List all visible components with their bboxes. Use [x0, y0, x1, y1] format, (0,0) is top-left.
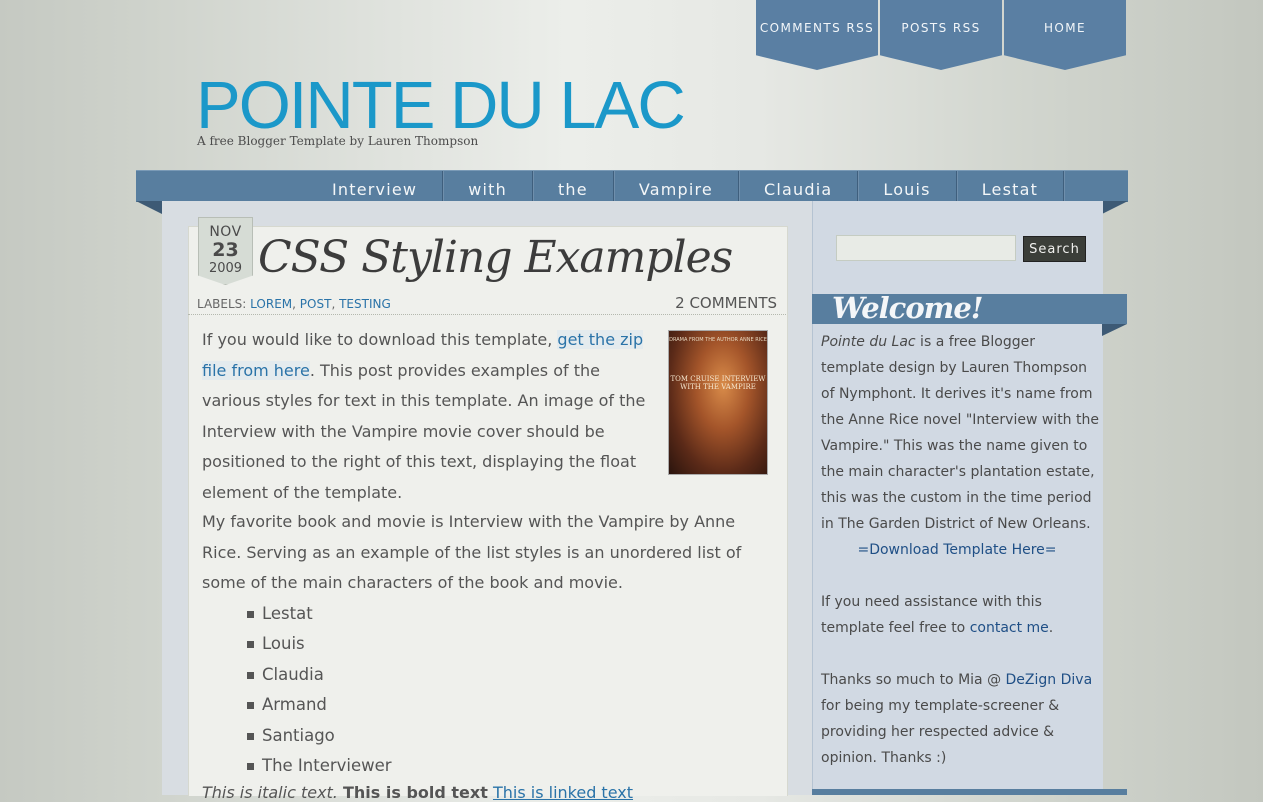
top-links: COMMENTS RSS POSTS RSS HOME [756, 0, 1128, 72]
cover-title: TOM CRUISE INTERVIEW WITH THE VAMPIRE [670, 375, 766, 391]
label-post[interactable]: POST [300, 297, 332, 311]
nav-ribbon-fold-right [1102, 201, 1128, 214]
intro-emphasis: Pointe du Lac [821, 334, 916, 350]
post-divider [188, 314, 786, 315]
next-widget-header [812, 789, 1127, 795]
download-template-link[interactable]: =Download Template Here= [857, 542, 1056, 558]
character-list: Lestat Louis Claudia Armand Santiago The… [246, 599, 392, 781]
date-badge: NOV 23 2009 [198, 217, 253, 285]
home-link[interactable]: HOME [1004, 0, 1126, 70]
search-button[interactable]: Search [1023, 236, 1086, 262]
list-item: Santiago [246, 721, 392, 751]
nav-item-louis[interactable]: Louis [858, 171, 957, 202]
comments-link[interactable]: 2 COMMENTS [675, 294, 777, 312]
italic-text: This is italic text. [202, 783, 338, 802]
post-title[interactable]: CSS Styling Examples [258, 232, 733, 283]
widget-title: Welcome! [832, 291, 984, 325]
nav-item-claudia[interactable]: Claudia [739, 171, 859, 202]
posts-rss-link[interactable]: POSTS RSS [880, 0, 1002, 70]
nav-ribbon-fold-left [136, 201, 162, 214]
dezign-diva-link[interactable]: DeZign Diva [1006, 672, 1093, 688]
widget-help: If you need assistance with this templat… [821, 589, 1099, 641]
list-item: Claudia [246, 660, 392, 690]
p1-text-after: . This post provides examples of the var… [202, 360, 646, 502]
label-lorem[interactable]: LOREM [250, 297, 292, 311]
list-item: The Interviewer [246, 751, 392, 781]
labels-prefix: LABELS: [197, 297, 247, 311]
list-item: Armand [246, 690, 392, 720]
intro-text: is a free Blogger template design by Lau… [821, 334, 1099, 532]
movie-cover-image: DRAMA FROM THE AUTHOR ANNE RICE TOM CRUI… [668, 330, 768, 475]
date-year: 2009 [208, 261, 243, 276]
welcome-widget-body: Pointe du Lac is a free Blogger template… [821, 329, 1099, 771]
search-input[interactable] [836, 235, 1016, 261]
nav-item-with[interactable]: with [443, 171, 533, 202]
list-item: Louis [246, 629, 392, 659]
nav-item-interview[interactable]: Interview [307, 171, 444, 202]
cover-small-text: DRAMA FROM THE AUTHOR ANNE RICE [669, 337, 767, 343]
p1-text: If you would like to download this templ… [202, 330, 558, 349]
nav-item-lestat[interactable]: Lestat [957, 171, 1065, 202]
widget-ribbon-fold [1102, 324, 1127, 336]
main-nav: Interview with the Vampire Claudia Louis… [136, 170, 1128, 202]
widget-thanks: Thanks so much to Mia @ DeZign Diva for … [821, 667, 1099, 771]
thanks-text: Thanks so much to Mia @ [821, 672, 1006, 688]
help-text-after: . [1048, 620, 1054, 636]
bold-text: This is bold text [342, 783, 488, 802]
contact-me-link[interactable]: contact me [970, 620, 1049, 636]
site-title[interactable]: POINTE DU LAC [196, 68, 686, 144]
linked-text[interactable]: This is linked text [493, 783, 633, 802]
date-month: NOV [209, 224, 242, 240]
post-paragraph-2: My favorite book and movie is Interview … [202, 512, 742, 592]
thanks-text-after: for being my template-screener & providi… [821, 698, 1060, 766]
post-labels: LABELS: LOREM, POST, TESTING [197, 297, 391, 311]
nav-item-the[interactable]: the [533, 171, 614, 202]
post-paragraph-1: If you would like to download this templ… [202, 325, 662, 508]
text-style-examples: This is italic text. This is bold text T… [202, 783, 633, 802]
date-day: 23 [212, 239, 239, 261]
nav-item-vampire[interactable]: Vampire [614, 171, 739, 202]
site-description: A free Blogger Template by Lauren Thomps… [197, 134, 479, 148]
widget-intro: Pointe du Lac is a free Blogger template… [821, 329, 1099, 537]
comments-rss-link[interactable]: COMMENTS RSS [756, 0, 878, 70]
list-item: Lestat [246, 599, 392, 629]
label-testing[interactable]: TESTING [339, 297, 391, 311]
